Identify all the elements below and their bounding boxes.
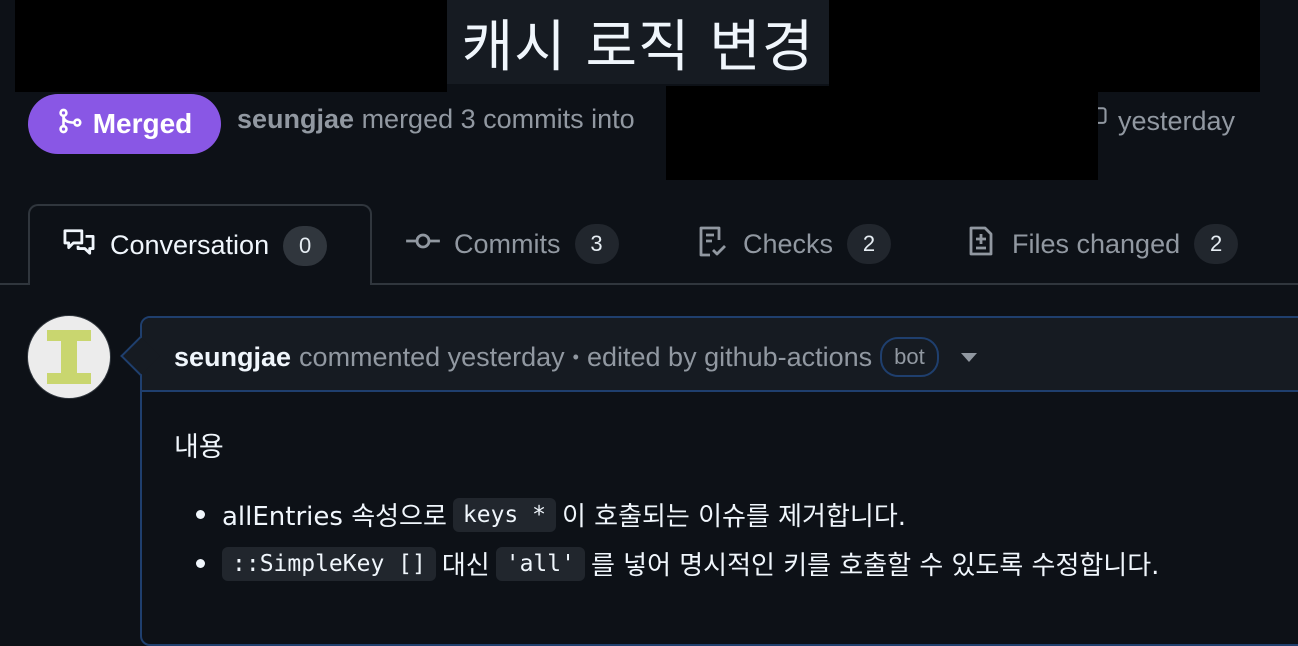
merge-time: yesterday [1118,106,1236,136]
pr-title-box: 캐시 로직 변경 [447,0,829,84]
bullet-text: allEntries 속성으로 [222,502,447,532]
list-item: ::SimpleKey [] 대신 'all' 를 넣어 명시적인 키를 호출할… [196,539,1159,588]
redacted-title-left [15,0,447,92]
git-merge-icon [57,107,83,142]
comment-author[interactable]: seungjae [174,342,291,373]
tab-files-changed[interactable]: Files changed 2 [964,204,1239,284]
list-item: allEntries 속성으로 keys * 이 호출되는 이슈를 제거합니다. [196,490,1159,539]
bullet-text: 이 호출되는 이슈를 제거합니다. [561,502,907,532]
merged-label: Merged [92,108,193,139]
merge-time-area: yesterday [1086,104,1235,139]
file-diff-icon [964,225,998,264]
comment-body-heading: 내용 [174,432,224,463]
comment-separator: • [572,346,579,367]
bullet-text: 대신 [441,551,490,581]
merge-author[interactable]: seungjae [237,104,354,134]
pr-title: 캐시 로직 변경 [461,14,815,80]
chevron-down-icon[interactable] [960,352,977,362]
tab-conversation-label: Conversation [110,230,270,260]
inline-code: keys * [452,497,556,532]
comment-edited[interactable]: edited by github-actions [587,342,872,373]
bot-badge: bot [880,337,939,377]
tab-conversation[interactable]: Conversation 0 [28,204,372,285]
comment-action[interactable]: commented yesterday [299,342,565,373]
avatar[interactable] [27,315,111,399]
comment-discussion-icon [62,227,96,264]
merged-status-badge: Merged [28,94,221,154]
comment-header-line: seungjae commented yesterday • edited by… [174,337,977,377]
tab-commits-count: 3 [574,224,619,264]
merge-action-text: merged 3 commits into [361,104,635,134]
redacted-branch-names [666,86,1098,180]
checklist-icon [695,225,729,264]
tab-checks-label: Checks [743,228,834,259]
inline-code: ::SimpleKey [] [222,546,436,581]
bullet-text: 를 넣어 명시적인 키를 호출할 수 있도록 수정합니다. [590,551,1160,581]
comment-bullet-list: allEntries 속성으로 keys * 이 호출되는 이슈를 제거합니다.… [196,490,1159,588]
tab-commits-label: Commits [454,228,561,259]
git-commit-icon [406,226,440,263]
tab-files-changed-count: 2 [1194,224,1239,264]
tab-files-changed-label: Files changed [1012,228,1181,259]
avatar-identicon [47,330,91,384]
inline-code: 'all' [495,546,585,581]
tab-commits[interactable]: Commits 3 [406,204,619,284]
tab-conversation-count: 0 [283,225,328,266]
redacted-title-right [829,0,1260,92]
merge-summary: seungjae merged 3 commits into [237,104,635,135]
tab-checks[interactable]: Checks 2 [695,204,892,284]
tab-checks-count: 2 [847,224,892,264]
